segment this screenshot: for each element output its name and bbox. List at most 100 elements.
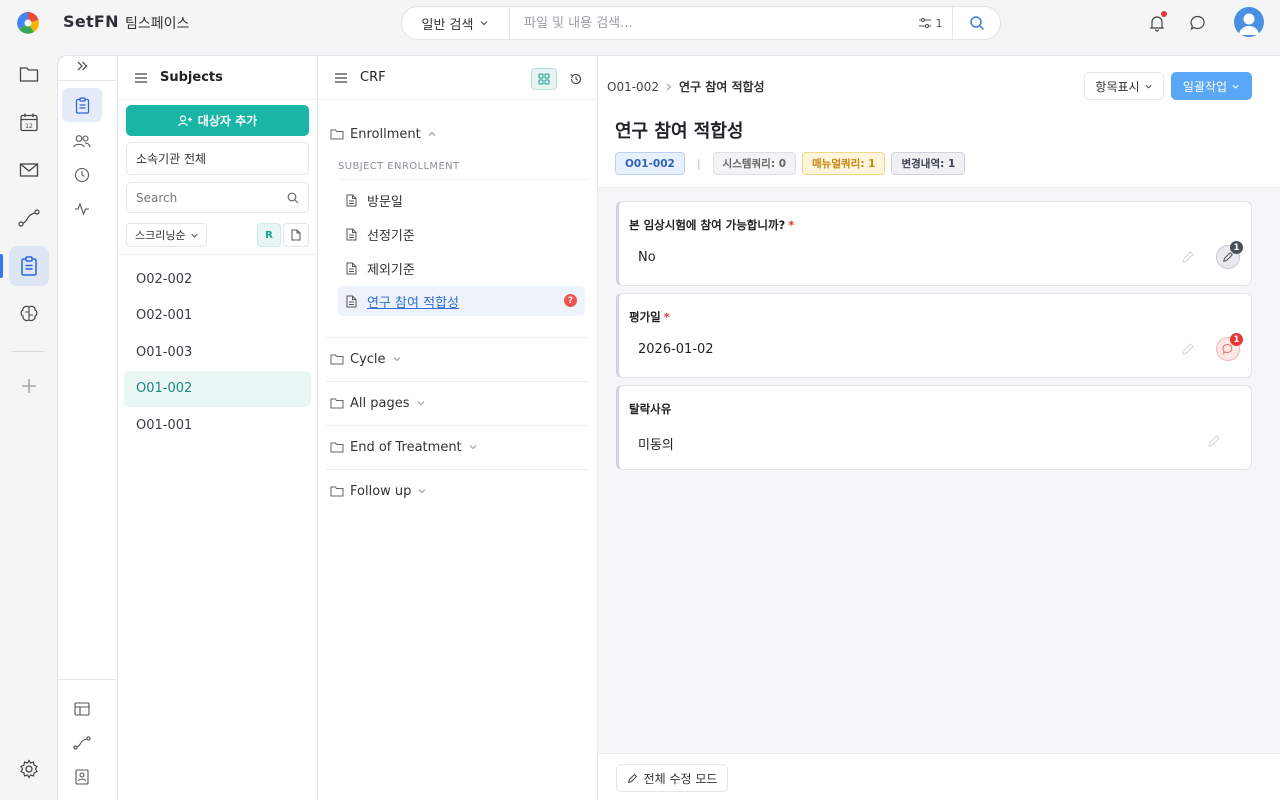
query-button[interactable]: 1 (1216, 333, 1243, 361)
nav-crf[interactable] (62, 88, 102, 122)
users-icon (73, 135, 91, 148)
display-items-label: 항목표시 (1095, 79, 1140, 94)
grid-view-button[interactable] (531, 68, 557, 90)
required-mark: * (788, 218, 795, 232)
notification-button[interactable] (1146, 11, 1168, 34)
subject-list: O02-002 O02-001 O01-003 O01-002 O01-001 (124, 261, 311, 444)
search-input[interactable] (510, 7, 908, 39)
menu-icon[interactable] (134, 72, 148, 84)
sort-select[interactable]: 스크리닝순 (126, 223, 207, 247)
nav-layout[interactable] (62, 692, 102, 726)
question-label: 탈락사유 (629, 401, 671, 417)
search-filter-button[interactable]: 1 (908, 7, 952, 39)
question-value[interactable]: 2026-01-02 (638, 342, 714, 357)
chat-button[interactable] (1187, 12, 1209, 34)
nav-profile[interactable] (62, 760, 102, 794)
bulk-action-button[interactable]: 일괄작업 (1171, 72, 1252, 100)
crf-page-visit-date[interactable]: 방문일 (338, 185, 585, 215)
app-logo-icon[interactable] (16, 11, 40, 35)
rail-ai[interactable] (9, 294, 49, 334)
question-card: 평가일 * 2026-01-02 1 (616, 293, 1252, 378)
divider (326, 469, 589, 470)
add-subject-button[interactable]: 대상자 추가 (126, 105, 309, 136)
subjects-title: Subjects (160, 70, 223, 85)
main-frame: Subjects 대상자 추가 소속기관 전체 스크리닝순 R O02-002 … (57, 55, 1280, 800)
org-select[interactable]: 소속기관 전체 (126, 142, 309, 175)
nav-history[interactable] (62, 158, 102, 192)
divider (58, 679, 117, 680)
change-history-badge[interactable]: 변경내역: 1 (891, 152, 966, 175)
query-count-badge: 1 (1230, 333, 1243, 346)
global-search: 일반 검색 1 (401, 6, 1001, 40)
edit-all-label: 전체 수정 모드 (643, 771, 718, 786)
rail-mail[interactable] (9, 150, 49, 190)
subject-item[interactable]: O02-001 (124, 298, 311, 335)
search-button[interactable] (952, 7, 1000, 39)
question-value[interactable]: 미동의 (638, 434, 674, 453)
secondary-nav (58, 56, 118, 800)
crf-page-exclusion[interactable]: 제외기준 (338, 253, 585, 283)
subject-item-selected[interactable]: O01-002 (124, 370, 311, 407)
question-card: 탈락사유 미동의 (616, 385, 1252, 470)
chevron-down-icon (417, 401, 424, 406)
rail-settings[interactable] (9, 749, 49, 789)
search-icon (287, 192, 299, 203)
folder-end-of-treatment[interactable]: End of Treatment (330, 433, 478, 461)
expand-button[interactable] (72, 56, 92, 76)
folder-label: Follow up (350, 483, 412, 499)
grid-icon (538, 73, 550, 85)
question-value[interactable]: No (638, 250, 656, 265)
manual-query-badge[interactable]: 매뉴얼쿼리: 1 (802, 152, 886, 175)
subject-item[interactable]: O01-003 (124, 334, 311, 371)
document-filter-button[interactable] (283, 223, 309, 247)
clipboard-icon (75, 96, 89, 114)
crf-page-eligibility[interactable]: 연구 참여 적합성 ? (338, 286, 585, 316)
layout-icon (74, 702, 90, 716)
rail-files[interactable] (9, 54, 49, 94)
subject-item[interactable]: O02-002 (124, 261, 311, 298)
question-text: 본 임상시험에 참여 가능합니까? (629, 218, 786, 232)
history-button[interactable] (565, 68, 587, 90)
folder-all-pages[interactable]: All pages (330, 389, 426, 417)
chat-bubble-icon (1190, 15, 1205, 31)
randomization-filter-button[interactable]: R (257, 223, 281, 247)
chevron-down-icon (419, 489, 426, 494)
rail-add[interactable] (9, 366, 49, 406)
crf-page-inclusion[interactable]: 선정기준 (338, 219, 585, 249)
workspace-name[interactable]: 팀스페이스 (125, 13, 189, 33)
menu-icon[interactable] (334, 72, 348, 84)
nav-activity[interactable] (62, 192, 102, 226)
change-history-button[interactable]: 1 (1216, 241, 1243, 269)
mail-icon (19, 163, 39, 177)
avatar[interactable] (1234, 7, 1264, 37)
nav-route[interactable] (62, 726, 102, 760)
pencil-icon[interactable] (1207, 434, 1221, 448)
rail-calendar[interactable]: 12 (9, 102, 49, 142)
nav-users[interactable] (62, 124, 102, 158)
calendar-icon: 12 (20, 113, 38, 132)
divider (118, 254, 317, 255)
folder-cycle[interactable]: Cycle (330, 345, 402, 373)
page-label: 제외기준 (367, 262, 415, 278)
question-text: 탈락사유 (629, 402, 672, 416)
system-query-badge[interactable]: 시스템쿼리: 0 (712, 152, 797, 175)
search-mode-select[interactable]: 일반 검색 (402, 7, 510, 39)
chevron-down-icon (393, 357, 400, 362)
pencil-icon[interactable] (1181, 250, 1195, 264)
edit-all-button[interactable]: 전체 수정 모드 (616, 764, 728, 792)
subject-item[interactable]: O01-001 (124, 407, 311, 444)
display-items-button[interactable]: 항목표시 (1084, 72, 1164, 100)
crf-title: CRF (360, 70, 386, 85)
subjects-panel: Subjects 대상자 추가 소속기관 전체 스크리닝순 R O02-002 … (118, 56, 318, 800)
folder-enrollment[interactable]: Enrollment (330, 120, 437, 148)
brain-icon (20, 305, 38, 322)
crf-header: CRF (318, 56, 597, 100)
breadcrumb: O01-002 연구 참여 적합성 (607, 78, 765, 95)
pencil-icon[interactable] (1181, 342, 1195, 356)
subject-search-input[interactable] (127, 190, 287, 205)
breadcrumb-subject[interactable]: O01-002 (607, 80, 659, 94)
rail-workflow[interactable] (9, 198, 49, 238)
rail-crf[interactable] (9, 246, 49, 286)
folder-follow-up[interactable]: Follow up (330, 477, 427, 505)
subjects-header: Subjects (118, 56, 317, 100)
